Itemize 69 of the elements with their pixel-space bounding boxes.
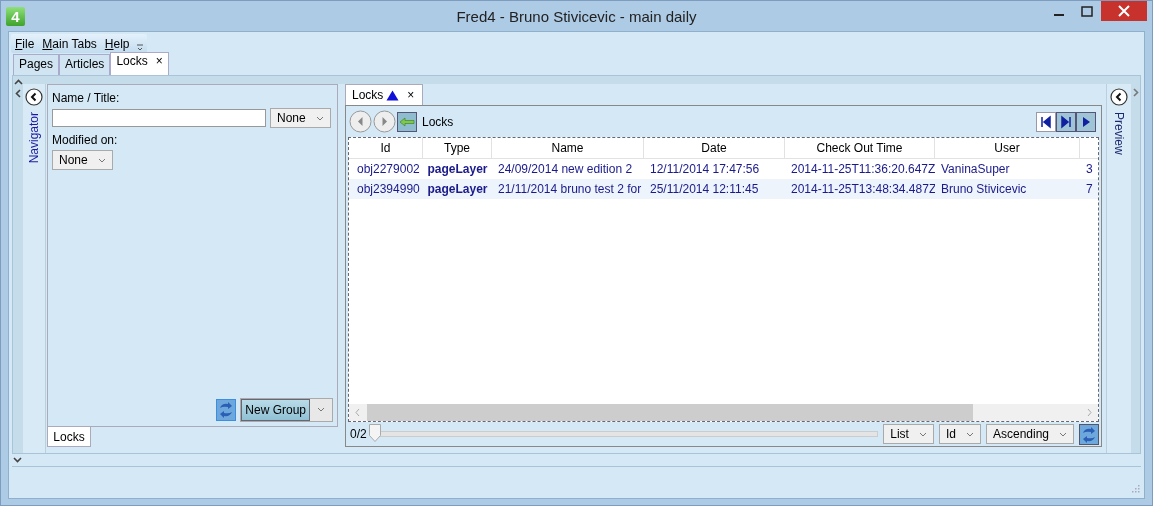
preview-label[interactable]: Preview bbox=[1112, 112, 1126, 155]
collapse-button[interactable] bbox=[25, 88, 43, 106]
menu-item[interactable]: File bbox=[11, 36, 39, 51]
sort-order-dropdown[interactable]: Ascending bbox=[985, 424, 1074, 444]
scroll-right-icon[interactable] bbox=[1131, 88, 1140, 97]
table-cell-text: 7 bbox=[1085, 182, 1094, 196]
refresh-icon[interactable] bbox=[216, 399, 237, 421]
last-page-icon[interactable] bbox=[1056, 111, 1076, 132]
record-counter: 0/2 bbox=[350, 427, 367, 441]
window-title: Fred4 - Bruno Stivicevic - main daily bbox=[456, 7, 697, 25]
close-tab-button[interactable]: × bbox=[155, 54, 163, 68]
app-logo: 4 bbox=[6, 6, 25, 26]
column-header[interactable]: Type bbox=[423, 138, 492, 158]
table-cell-text: Bruno Stivicevic bbox=[940, 182, 1028, 196]
field-label: Name / Title: bbox=[52, 91, 121, 105]
collapse-button[interactable] bbox=[1110, 88, 1128, 106]
column-header[interactable]: Name bbox=[492, 138, 644, 158]
view-title: Locks bbox=[422, 114, 454, 129]
scroll-down-icon[interactable] bbox=[13, 456, 22, 464]
first-page-icon[interactable] bbox=[1036, 111, 1056, 132]
view-dropdown[interactable]: List bbox=[883, 424, 934, 444]
tab[interactable]: Pages bbox=[13, 54, 60, 75]
table-cell-text: obj2394990 bbox=[356, 182, 421, 196]
table-cell-text: 3 bbox=[1085, 162, 1094, 176]
scroll-up-icon[interactable] bbox=[13, 78, 23, 86]
close-icon[interactable] bbox=[1101, 1, 1147, 21]
column-header[interactable]: Id bbox=[349, 138, 423, 158]
table-cell-text: 2014-11-25T13:48:34.487Z bbox=[790, 182, 935, 196]
chevron-icon bbox=[918, 431, 927, 437]
close-tab-button[interactable]: × bbox=[407, 88, 415, 102]
tab[interactable]: Articles bbox=[59, 54, 111, 75]
scroll-left-icon[interactable] bbox=[14, 89, 22, 98]
table-cell-text: 2014-11-25T11:36:20.647Z bbox=[790, 162, 935, 176]
field-label: Modified on: bbox=[52, 133, 119, 147]
slider-thumb[interactable] bbox=[368, 424, 381, 442]
column-header[interactable]: Date bbox=[644, 138, 785, 158]
table-cell-text: obj2279002 bbox=[356, 162, 421, 176]
document-tab[interactable]: Locks × bbox=[345, 84, 424, 105]
chevron-icon bbox=[965, 431, 974, 437]
menu-item[interactable]: Main Tabs bbox=[38, 36, 101, 51]
chevron-icon bbox=[315, 115, 324, 121]
chevron-icon bbox=[1059, 431, 1067, 437]
back-button[interactable] bbox=[349, 110, 372, 133]
forward-button[interactable] bbox=[373, 110, 396, 133]
next-page-icon[interactable] bbox=[1076, 111, 1096, 132]
menu-item[interactable]: Help bbox=[100, 36, 134, 51]
column-header[interactable]: User bbox=[935, 138, 1080, 158]
table-cell-text: 25/11/2014 12:11:45 bbox=[649, 182, 760, 196]
name-input-field[interactable] bbox=[52, 109, 266, 127]
filter-dropdown[interactable]: None bbox=[270, 108, 331, 128]
refresh-icon[interactable] bbox=[1079, 423, 1099, 445]
table-cell-text: 12/11/2014 17:47:56 bbox=[649, 162, 761, 176]
table-row[interactable]: obj2394990 pageLayer 21/11/2014 bruno test 2 for 25/11/2014 12:11:45 2014-11-25T13:48:34.487Z Bruno Stivicevic 7 bbox=[349, 179, 1098, 199]
new-group-button[interactable]: New Group bbox=[241, 399, 310, 421]
table-cell-text: VaninaSuper bbox=[940, 162, 1011, 176]
sort-field-dropdown[interactable]: Id bbox=[938, 424, 981, 444]
table-row[interactable]: obj2279002 pageLayer 24/09/2014 new edition 2 12/11/2014 17:47:56 2014-11-25T11:36:20.647Z VaninaSuper 3 bbox=[349, 159, 1098, 179]
chevron-icon bbox=[97, 157, 106, 163]
overflow-icon[interactable] bbox=[135, 42, 144, 51]
table-cell-text: 24/09/2014 new edition 2 bbox=[497, 162, 634, 176]
navigator-label[interactable]: Navigator bbox=[27, 112, 41, 164]
table-cell-text: 21/11/2014 bruno test 2 for bbox=[497, 182, 643, 196]
panel-tab[interactable]: Locks bbox=[47, 427, 91, 447]
table-cell-text: pageLayer bbox=[426, 162, 489, 176]
tab[interactable]: Locks × bbox=[110, 52, 169, 75]
date-dropdown[interactable]: None bbox=[52, 150, 113, 170]
table-cell-text: pageLayer bbox=[426, 182, 489, 196]
triangle-icon bbox=[386, 89, 400, 101]
column-header[interactable]: Check Out Time bbox=[785, 138, 935, 158]
